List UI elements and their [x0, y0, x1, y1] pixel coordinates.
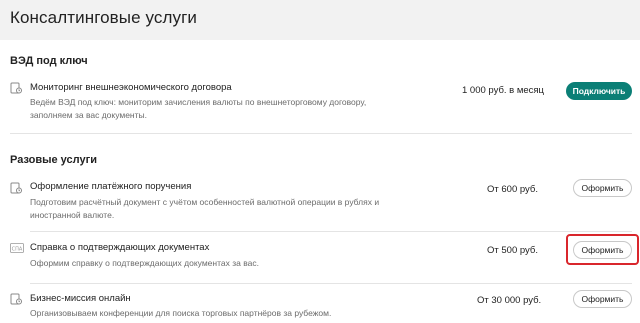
service-description: Оформим справку о подтверждающих докумен… [30, 258, 259, 268]
document-clock-icon [10, 292, 22, 305]
service-row-business-mission: Бизнес-миссия онлайн Организовываем конф… [0, 288, 640, 323]
highlight-box [566, 234, 639, 265]
service-description: Ведём ВЭД под ключ: мониторим зачисления… [30, 97, 367, 120]
service-price: От 500 руб. [487, 245, 538, 256]
divider [10, 133, 632, 134]
service-price: От 600 руб. [487, 184, 538, 195]
document-clock-icon [10, 181, 22, 194]
service-title: Мониторинг внешнеэкономического договора [30, 82, 232, 93]
service-row-certificate: CПA Справка о подтверждающих документах … [0, 236, 640, 282]
page-title: Консалтинговые услуги [10, 8, 198, 27]
svg-text:CПA: CПA [12, 246, 23, 252]
service-title: Справка о подтверждающих документах [30, 242, 210, 253]
order-button[interactable]: Оформить [573, 290, 632, 308]
service-description: Организовываем конференции для поиска то… [30, 308, 332, 318]
service-price: От 30 000 руб. [477, 295, 542, 306]
section-title-one-time: Разовые услуги [10, 154, 97, 166]
service-row-payment-order: Оформление платёжного поручения Подготов… [0, 174, 640, 230]
service-row-monitoring: Мониторинг внешнеэкономического договора… [0, 74, 640, 132]
service-description: Подготовим расчётный документ с учётом о… [30, 197, 380, 220]
service-title: Бизнес-миссия онлайн [30, 293, 131, 304]
section-title-ved: ВЭД под ключ [10, 55, 88, 67]
service-title: Оформление платёжного поручения [30, 181, 192, 192]
connect-button[interactable]: Подключить [566, 82, 632, 100]
document-clock-icon [10, 81, 22, 94]
service-price: 1 000 руб. в месяц [462, 85, 545, 96]
page-header: Консалтинговые услуги [0, 0, 640, 40]
spa-document-icon: CПA [10, 241, 24, 253]
order-button[interactable]: Оформить [573, 179, 632, 197]
divider [30, 283, 632, 284]
divider [30, 231, 632, 232]
